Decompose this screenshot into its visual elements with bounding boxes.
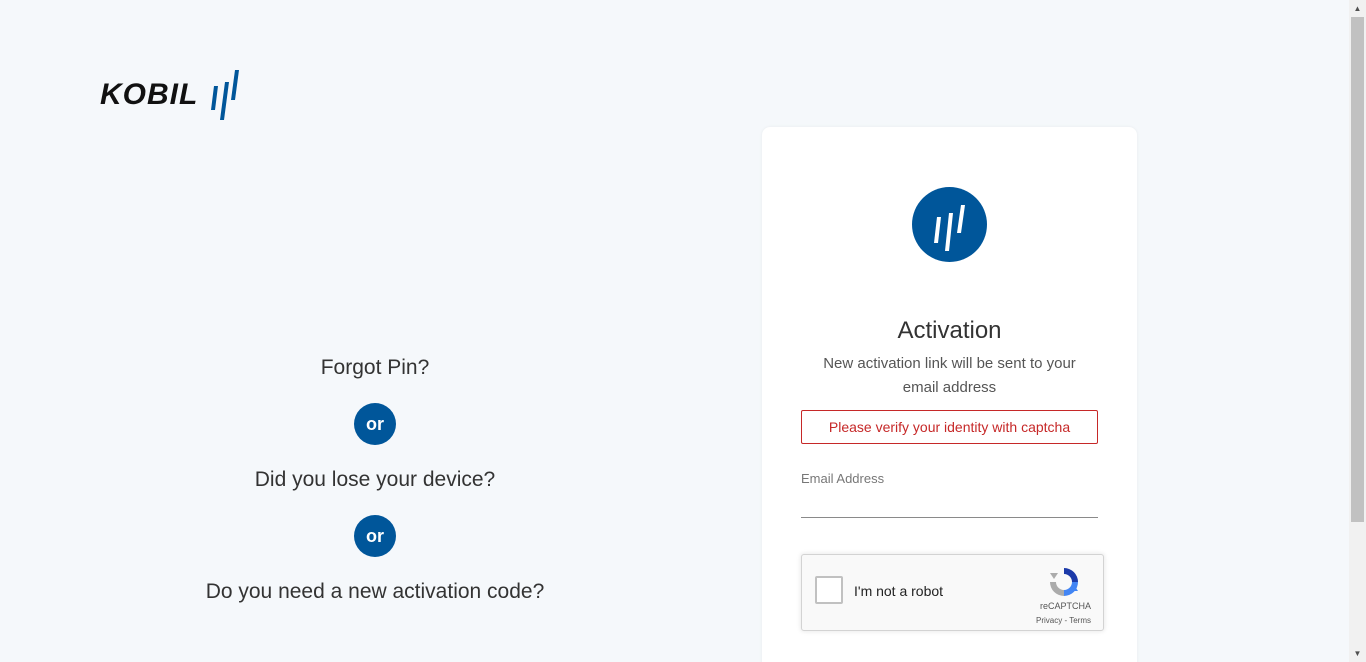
activation-card: Activation New activation link will be s… <box>762 127 1137 662</box>
kobil-logo: KOBIL <box>100 70 240 120</box>
recaptcha-label: I'm not a robot <box>854 583 944 599</box>
recaptcha-icon <box>1050 568 1078 596</box>
recaptcha-checkbox[interactable] <box>815 576 843 604</box>
or-badge: or <box>354 403 396 445</box>
scroll-up-icon[interactable]: ▲ <box>1349 0 1366 17</box>
or-badge: or <box>354 515 396 557</box>
forgot-pin-link[interactable]: Forgot Pin? <box>321 350 430 386</box>
kobil-mark-icon <box>211 70 240 120</box>
card-title: Activation <box>897 317 1002 344</box>
logo-text: KOBIL <box>100 78 199 111</box>
new-activation-code-link[interactable]: Do you need a new activation code? <box>206 574 545 610</box>
scrollbar[interactable]: ▲ ▼ <box>1349 0 1366 662</box>
scroll-thumb[interactable] <box>1351 17 1364 522</box>
captcha-error-alert: Please verify your identity with captcha <box>801 410 1098 444</box>
email-input[interactable] <box>801 489 1098 518</box>
recaptcha-brand: reCAPTCHA <box>1039 601 1091 611</box>
email-label: Email Address <box>801 471 885 486</box>
recaptcha-widget: I'm not a robot reCAPTCHA Privacy - Term… <box>801 554 1104 631</box>
card-logo <box>912 187 987 262</box>
page: KOBIL Forgot Pin? or Did you lose your d… <box>0 0 1349 662</box>
recovery-options: Forgot Pin? or Did you lose your device?… <box>160 350 590 610</box>
scroll-down-icon[interactable]: ▼ <box>1349 645 1366 662</box>
lost-device-link[interactable]: Did you lose your device? <box>255 462 495 498</box>
recaptcha-links[interactable]: Privacy - Terms <box>1036 616 1091 625</box>
card-subtitle: New activation link will be sent to your… <box>823 355 1076 396</box>
kobil-mark-icon <box>933 204 965 251</box>
